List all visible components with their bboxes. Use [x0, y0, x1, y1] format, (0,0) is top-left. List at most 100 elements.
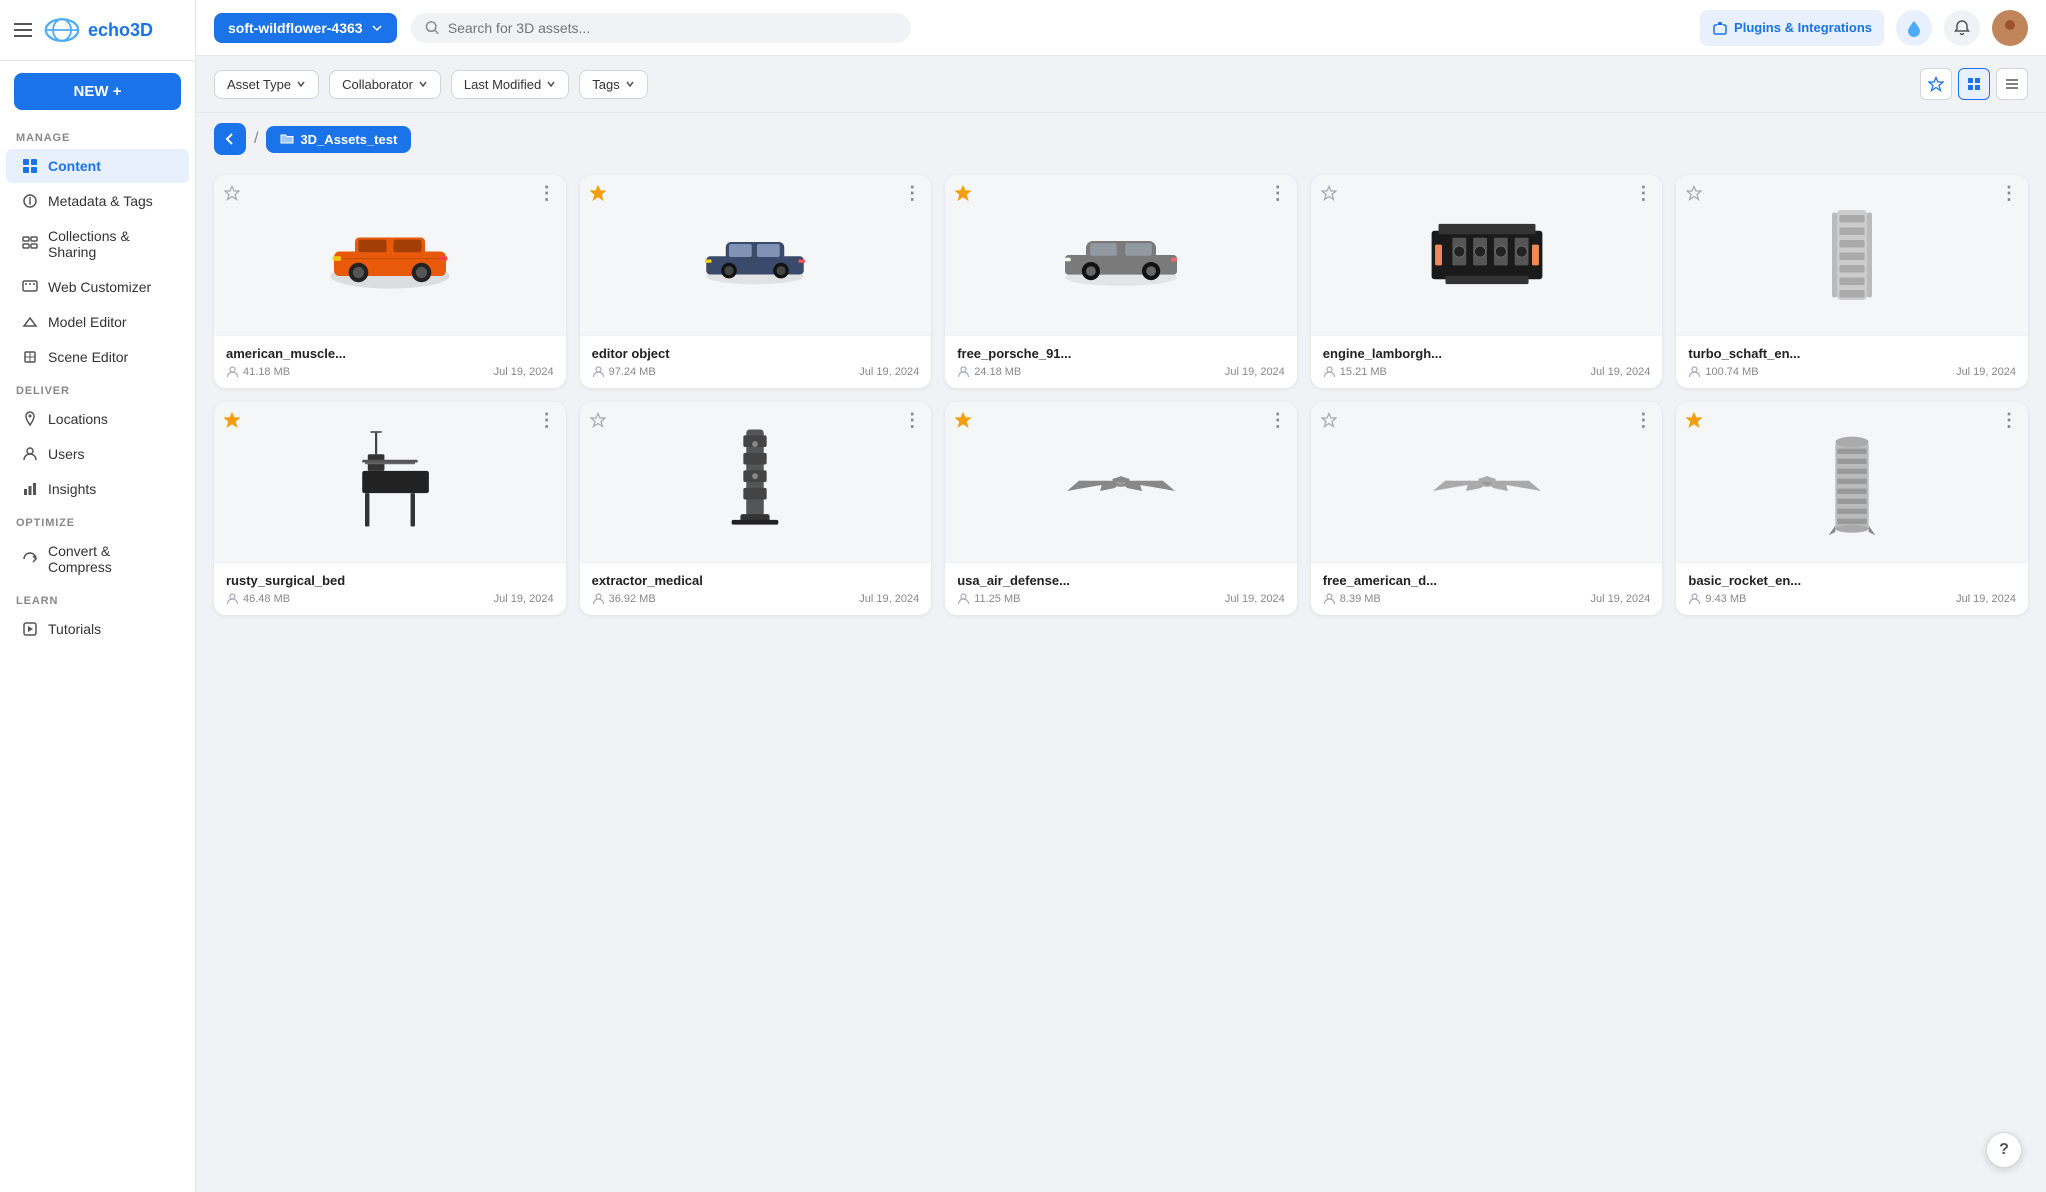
asset-card[interactable]: ⋮ free_american_d... 8.39 MB Jul 19, 202… — [1311, 402, 1663, 615]
new-button[interactable]: NEW + — [14, 73, 181, 110]
sidebar-item-content[interactable]: Content — [6, 149, 189, 183]
tags-filter[interactable]: Tags — [579, 70, 647, 99]
card-image: ⋮ — [214, 175, 566, 335]
sidebar-item-users[interactable]: Users — [6, 437, 189, 471]
asset-meta: 36.92 MB Jul 19, 2024 — [592, 592, 920, 605]
asset-name: extractor_medical — [592, 573, 920, 588]
asset-meta: 100.74 MB Jul 19, 2024 — [1688, 365, 2016, 378]
asset-date: Jul 19, 2024 — [494, 366, 554, 378]
back-button[interactable] — [214, 123, 246, 155]
card-star-button[interactable] — [955, 185, 971, 206]
card-info: free_american_d... 8.39 MB Jul 19, 2024 — [1311, 562, 1663, 615]
asset-card[interactable]: ⋮ basic_rocket_en... 9.43 MB Jul 19, 202… — [1676, 402, 2028, 615]
sidebar-item-metadata[interactable]: Metadata & Tags — [6, 184, 189, 218]
workspace-selector[interactable]: soft-wildflower-4363 — [214, 13, 397, 43]
card-star-button[interactable] — [1686, 412, 1702, 433]
card-star-button[interactable] — [590, 185, 606, 206]
card-star-button[interactable] — [1686, 185, 1702, 206]
asset-card[interactable]: ⋮ free_porsche_91... 24.18 MB Jul 19, 20… — [945, 175, 1297, 388]
card-menu-button[interactable]: ⋮ — [903, 410, 921, 431]
asset-name: free_porsche_91... — [957, 346, 1285, 361]
optimize-section-label: OPTIMIZE — [0, 507, 195, 533]
user-avatar[interactable] — [1992, 10, 2028, 46]
card-star-button[interactable] — [1321, 412, 1337, 433]
sidebar-item-model-editor[interactable]: Model Editor — [6, 305, 189, 339]
asset-card[interactable]: ⋮ engine_lamborgh... 15.21 MB Jul 19, 20… — [1311, 175, 1663, 388]
asset-card[interactable]: ⋮ editor object 97.24 MB Jul 19, 2024 — [580, 175, 932, 388]
card-star-button[interactable] — [590, 412, 606, 433]
card-info: rusty_surgical_bed 46.48 MB Jul 19, 2024 — [214, 562, 566, 615]
asset-name: american_muscle... — [226, 346, 554, 361]
sidebar-item-locations[interactable]: Locations — [6, 402, 189, 436]
breadcrumb-separator: / — [254, 130, 258, 148]
water-icon-button[interactable] — [1896, 10, 1932, 46]
sidebar-item-insights[interactable]: Insights — [6, 472, 189, 506]
asset-name: engine_lamborgh... — [1323, 346, 1651, 361]
notifications-button[interactable] — [1944, 10, 1980, 46]
card-menu-button[interactable]: ⋮ — [903, 183, 921, 204]
chevron-down-icon — [296, 79, 306, 89]
favorites-view-button[interactable] — [1920, 68, 1952, 100]
help-button[interactable]: ? — [1986, 1132, 2022, 1168]
asset-type-filter[interactable]: Asset Type — [214, 70, 319, 99]
bell-icon — [1953, 19, 1971, 37]
card-star-button[interactable] — [224, 412, 240, 433]
card-star-button[interactable] — [1321, 185, 1337, 206]
card-info: usa_air_defense... 11.25 MB Jul 19, 2024 — [945, 562, 1297, 615]
hamburger-menu[interactable] — [14, 23, 32, 37]
asset-size: 97.24 MB — [592, 365, 656, 378]
tutorials-label: Tutorials — [48, 621, 101, 637]
asset-date: Jul 19, 2024 — [1590, 593, 1650, 605]
card-info: editor object 97.24 MB Jul 19, 2024 — [580, 335, 932, 388]
metadata-icon — [22, 193, 38, 209]
card-menu-button[interactable]: ⋮ — [1634, 410, 1652, 431]
asset-meta: 9.43 MB Jul 19, 2024 — [1688, 592, 2016, 605]
card-star-button[interactable] — [224, 185, 240, 206]
asset-card[interactable]: ⋮ extractor_medical 36.92 MB Jul 19, 202… — [580, 402, 932, 615]
plugins-button[interactable]: Plugins & Integrations — [1700, 10, 1884, 46]
collaborator-filter[interactable]: Collaborator — [329, 70, 441, 99]
user-icon — [957, 592, 970, 605]
asset-size: 8.39 MB — [1323, 592, 1381, 605]
asset-card[interactable]: ⋮ rusty_surgical_bed 46.48 MB Jul 19, 20… — [214, 402, 566, 615]
asset-meta: 24.18 MB Jul 19, 2024 — [957, 365, 1285, 378]
breadcrumb-folder-button[interactable]: 3D_Assets_test — [266, 126, 411, 153]
convert-label: Convert & Compress — [48, 543, 173, 575]
card-image: ⋮ — [580, 175, 932, 335]
content-icon — [22, 158, 38, 174]
card-menu-button[interactable]: ⋮ — [1269, 183, 1287, 204]
asset-size: 15.21 MB — [1323, 365, 1387, 378]
card-menu-button[interactable]: ⋮ — [1634, 183, 1652, 204]
asset-name: turbo_schaft_en... — [1688, 346, 2016, 361]
card-menu-button[interactable]: ⋮ — [1269, 410, 1287, 431]
asset-card[interactable]: ⋮ american_muscle... 41.18 MB Jul 19, 20… — [214, 175, 566, 388]
card-menu-button[interactable]: ⋮ — [2000, 410, 2018, 431]
locations-label: Locations — [48, 411, 108, 427]
sidebar-item-web-customizer[interactable]: Web Customizer — [6, 270, 189, 304]
collections-label: Collections & Sharing — [48, 228, 173, 260]
card-menu-button[interactable]: ⋮ — [2000, 183, 2018, 204]
grid-view-button[interactable] — [1958, 68, 1990, 100]
filter-toolbar: Asset Type Collaborator Last Modified Ta… — [196, 56, 2046, 113]
sidebar-item-collections[interactable]: Collections & Sharing — [6, 219, 189, 269]
asset-card[interactable]: ⋮ usa_air_defense... 11.25 MB Jul 19, 20… — [945, 402, 1297, 615]
card-menu-button[interactable]: ⋮ — [538, 410, 556, 431]
sidebar-item-scene-editor[interactable]: Scene Editor — [6, 340, 189, 374]
scene-editor-icon — [22, 349, 38, 365]
user-icon — [226, 365, 239, 378]
card-star-button[interactable] — [955, 412, 971, 433]
asset-size: 9.43 MB — [1688, 592, 1746, 605]
last-modified-filter[interactable]: Last Modified — [451, 70, 569, 99]
user-icon — [1688, 365, 1701, 378]
users-label: Users — [48, 446, 85, 462]
asset-card[interactable]: ⋮ turbo_schaft_en... 100.74 MB Jul 19, 2… — [1676, 175, 2028, 388]
sidebar-section-manage: MANAGE Content Metadata & Tags Collectio… — [0, 122, 195, 375]
sidebar-item-convert[interactable]: Convert & Compress — [6, 534, 189, 584]
breadcrumb: / 3D_Assets_test — [196, 113, 2046, 165]
sidebar-item-tutorials[interactable]: Tutorials — [6, 612, 189, 646]
asset-date: Jul 19, 2024 — [1956, 593, 2016, 605]
search-input[interactable] — [448, 20, 897, 36]
list-view-button[interactable] — [1996, 68, 2028, 100]
content-area: ⋮ american_muscle... 41.18 MB Jul 19, 20… — [196, 165, 2046, 1192]
card-menu-button[interactable]: ⋮ — [538, 183, 556, 204]
